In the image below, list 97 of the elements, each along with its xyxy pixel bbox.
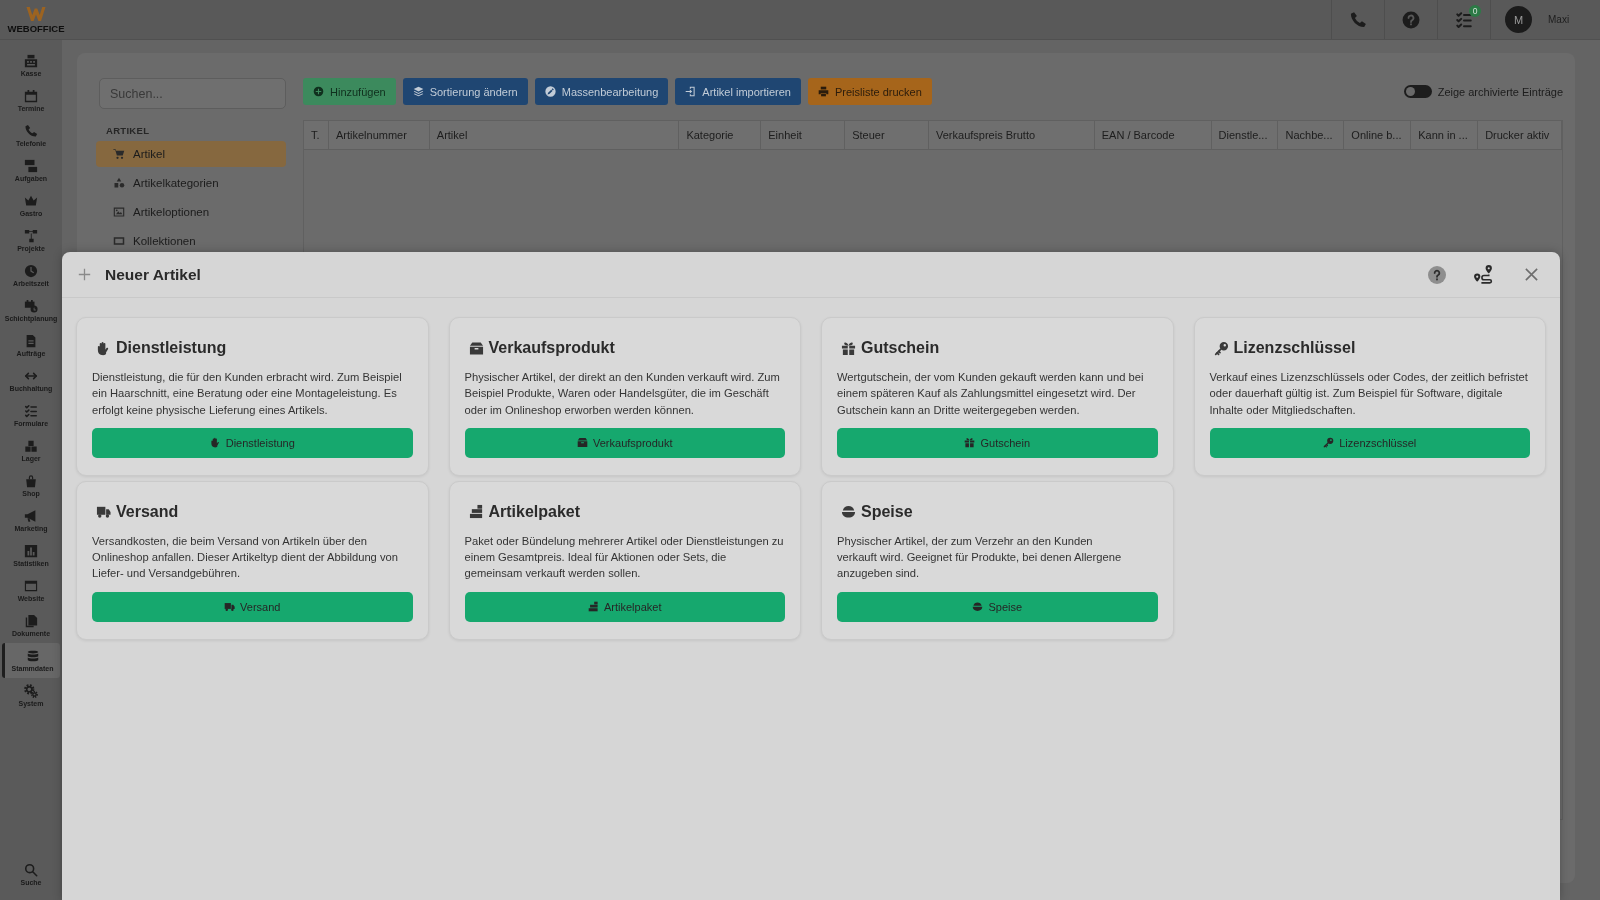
card-title: Versand — [116, 502, 179, 521]
checklist-icon — [24, 403, 38, 418]
printer-icon — [818, 86, 829, 97]
section-label: ARTIKEL — [106, 125, 150, 136]
card-description: Physischer Artikel, der zum Verzehr an den Kunden verkauft wird. Geeignet für Produkte, bei denen Allergene anzugeben sind. — [837, 533, 1123, 582]
cash-register-icon — [24, 53, 38, 68]
column-header[interactable]: Drucker aktiv — [1478, 121, 1562, 149]
task-board-icon — [24, 158, 38, 173]
boxes-icon — [24, 438, 38, 453]
documents-icon — [24, 613, 38, 628]
menu-item[interactable]: Artikel — [96, 141, 286, 167]
card-description: Verkauf eines Lizenzschlüssels oder Codes, der zeitlich befristet oder dauerhaft gültig ist. Zum Beispiel für Software, digitale Inhalte oder Mitgliedschaften. — [1209, 370, 1529, 418]
toggle-switch[interactable] — [1403, 85, 1432, 98]
gears-icon — [24, 683, 38, 698]
gift-icon — [841, 340, 856, 356]
gift-icon — [964, 437, 976, 449]
toolbar-button[interactable]: Hinzufügen — [303, 78, 396, 105]
bar-chart-icon — [24, 543, 38, 558]
card-title: Artikelpaket — [488, 502, 581, 521]
column-header[interactable]: Verkaufspreis Brutto — [929, 121, 1095, 149]
toolbar-button[interactable]: Preisliste drucken — [808, 78, 932, 105]
column-header[interactable]: Online b... — [1344, 121, 1412, 149]
task-list-icon[interactable] — [1455, 10, 1473, 29]
browser-window-icon — [24, 578, 38, 593]
dialog-title: Neuer Artikel — [105, 265, 201, 284]
document-icon — [24, 333, 38, 348]
card-title: Gutschein — [861, 339, 940, 357]
toggle-label: Zeige archivierte Einträge — [1437, 85, 1563, 98]
import-icon — [685, 86, 697, 97]
column-header[interactable]: Kann in ... — [1411, 121, 1479, 149]
stacked-boxes-icon — [588, 601, 599, 613]
column-header[interactable]: EAN / Barcode — [1094, 121, 1212, 149]
card-title: Dienstleistung — [116, 339, 227, 357]
covered-bowl-icon — [841, 504, 856, 520]
menu-item[interactable]: Kollektionen — [96, 228, 286, 254]
create-button[interactable]: Gutschein — [837, 427, 1158, 458]
hand-icon — [209, 437, 221, 449]
layers-icon — [412, 86, 424, 97]
box-icon — [468, 340, 484, 356]
create-button[interactable]: Versand — [92, 591, 413, 622]
create-button[interactable]: Artikelpaket — [464, 591, 785, 622]
calendar-icon — [24, 88, 38, 103]
help-icon[interactable] — [1428, 265, 1446, 284]
clock-icon — [24, 263, 38, 278]
column-header[interactable]: T. — [304, 121, 329, 149]
menu-item[interactable]: Artikelkategorien — [96, 170, 286, 196]
column-header[interactable]: Kategorie — [679, 121, 762, 149]
phone-icon[interactable] — [1349, 10, 1367, 29]
stacked-boxes-icon — [468, 504, 484, 520]
logo-icon — [26, 5, 46, 22]
create-button[interactable]: Verkaufsprodukt — [464, 427, 785, 458]
card-description: Dienstleistung, die für den Kunden erbracht wird. Zum Beispiel ein Haarschnitt, eine Beratung oder eine Montageleistung. Es erfolgt keine physische Lieferung eines Artikels. — [92, 370, 403, 418]
create-button[interactable]: Lizenzschlüssel — [1209, 427, 1530, 458]
toolbar-button[interactable]: Sortierung ändern — [402, 78, 528, 105]
network-icon — [24, 228, 38, 243]
megaphone-icon — [24, 508, 38, 523]
route-icon[interactable] — [1473, 264, 1494, 285]
database-icon — [25, 648, 40, 663]
avatar[interactable]: M — [1505, 6, 1532, 33]
card-description: Physischer Artikel, der direkt an den Kunden verkauft wird. Zum Beispiel Produkte, Waren oder Handelsgüter, die im Geschäft oder im Onlineshop erworben werden können. — [464, 370, 781, 418]
column-header[interactable]: Artikel — [429, 121, 680, 149]
covered-bowl-icon — [972, 601, 984, 613]
column-header[interactable]: Einheit — [761, 121, 846, 149]
create-button[interactable]: Speise — [837, 591, 1158, 622]
plus-icon — [78, 268, 91, 281]
menu-item[interactable]: Artikeloptionen — [96, 199, 286, 225]
card-description: Paket oder Bündelung mehrerer Artikel oder Dienstleistungen zu einem Gesamtpreis. Ideal für Aktionen oder Sets, die gemeinsam verkauft werden sollen. — [464, 533, 785, 582]
image-icon — [113, 206, 125, 218]
column-header[interactable]: Nachbe... — [1278, 121, 1345, 149]
key-icon — [1213, 340, 1229, 356]
search-icon — [24, 862, 38, 877]
close-icon[interactable] — [1524, 267, 1539, 282]
truck-icon — [96, 504, 111, 520]
cart-icon — [113, 148, 125, 160]
card-title: Verkaufsprodukt — [488, 339, 615, 357]
user-name: Maxi — [1548, 14, 1570, 25]
phone-icon — [24, 123, 38, 138]
card-title: Lizenzschlüssel — [1233, 339, 1356, 357]
hand-icon — [96, 340, 111, 356]
toolbar-button[interactable]: Artikel importieren — [675, 78, 801, 105]
shopping-bag-icon — [24, 473, 38, 488]
calendar-clock-icon — [24, 298, 38, 313]
toolbar-button[interactable]: Massenbearbeitung — [534, 78, 669, 105]
column-header[interactable]: Artikelnummer — [328, 121, 430, 149]
card-title: Speise — [861, 502, 913, 521]
card-description: Wertgutschein, der vom Kunden gekauft werden kann und bei einem späteren Kauf als Zahlungsmittel eingesetzt wird. Der Gutschein kann an Dritte weitergegeben werden. — [837, 370, 1145, 418]
card-description: Versandkosten, die beim Versand von Artikeln über den Onlineshop anfallen. Dieser Artikeltyp dient der Abbildung von Liefer- und Versandgebühren. — [92, 533, 399, 582]
key-icon — [1323, 437, 1335, 449]
logo-text: WEBOFFICE — [7, 22, 65, 34]
collection-icon — [113, 235, 125, 247]
column-header[interactable]: Dienstle... — [1211, 121, 1279, 149]
column-header[interactable]: Steuer — [845, 121, 929, 149]
create-button[interactable]: Dienstleistung — [92, 427, 413, 458]
box-icon — [577, 437, 588, 449]
truck-icon — [224, 601, 236, 613]
shapes-icon — [113, 177, 125, 189]
notification-badge: 0 — [1469, 4, 1481, 17]
